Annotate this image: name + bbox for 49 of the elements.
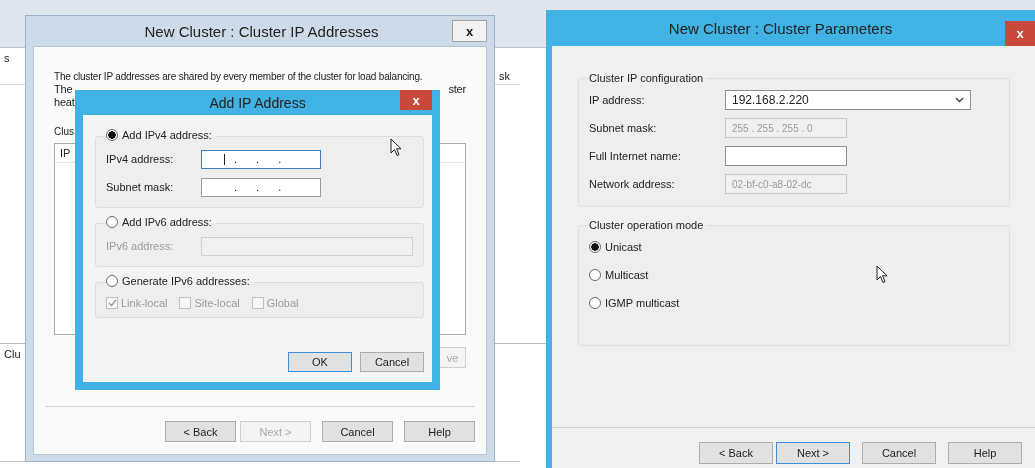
checkbox-icon xyxy=(106,297,118,309)
radio-option[interactable]: IGMP multicast xyxy=(589,297,680,309)
description-text: The xyxy=(54,83,73,96)
radio-option[interactable]: Generate IPv6 addresses: xyxy=(106,275,250,287)
section-label: Clu xyxy=(3,347,22,362)
mouse-pointer-icon xyxy=(876,265,888,284)
wizard-button[interactable]: Next > xyxy=(776,442,850,464)
radio-option[interactable]: Add IPv4 address: xyxy=(106,129,212,141)
field-label: IPv6 address: xyxy=(106,240,175,252)
wizard-button[interactable]: Help xyxy=(948,442,1022,464)
window-text: s xyxy=(3,51,11,66)
window-title: New Cluster : Cluster IP Addresses xyxy=(143,22,380,40)
wizard-button[interactable]: < Back xyxy=(699,442,773,464)
chevron-down-icon xyxy=(955,97,964,103)
checkbox-icon xyxy=(251,297,264,309)
dialog-button[interactable]: OK xyxy=(288,352,352,372)
description-text: The cluster IP addresses are shared by every member of the cluster for load balancing. xyxy=(53,70,424,83)
field-label: Full Internet name: xyxy=(589,150,682,162)
field-label: Network address: xyxy=(589,178,676,190)
field-label: IPv4 address: xyxy=(106,153,175,165)
radio-option[interactable]: Add IPv6 address: xyxy=(106,216,212,228)
description-text: ster xyxy=(448,83,466,96)
mouse-pointer-icon xyxy=(390,138,402,157)
close-button[interactable]: x xyxy=(1005,21,1035,46)
field-label: Subnet mask: xyxy=(589,122,658,134)
wizard-button[interactable]: Cancel xyxy=(862,442,936,464)
radio-option[interactable]: Unicast xyxy=(589,241,642,253)
window-title: Add IP Address xyxy=(208,94,307,111)
group-label: Cluster IP configuration xyxy=(589,72,705,84)
field-label: IP address: xyxy=(589,94,646,106)
checkbox-icon xyxy=(179,297,192,309)
list-label: Clus xyxy=(54,126,74,137)
address-combobox[interactable]: 192.168.2.220 xyxy=(725,90,971,110)
close-button[interactable]: x xyxy=(452,20,487,42)
dialog-button[interactable]: Cancel xyxy=(360,352,424,372)
wizard-button[interactable]: Cancel xyxy=(322,421,393,442)
wizard-button[interactable]: Help xyxy=(404,421,475,442)
window-title: New Cluster : Cluster Parameters xyxy=(667,19,894,37)
column-header: sk xyxy=(498,69,511,84)
wizard-button[interactable]: < Back xyxy=(165,421,236,442)
column-header: IP xyxy=(60,147,71,159)
group-label: Cluster operation mode xyxy=(589,219,705,231)
radio-option[interactable]: Multicast xyxy=(589,269,649,281)
ip-address-field[interactable]: . . . xyxy=(201,149,321,169)
input-field[interactable] xyxy=(725,146,847,166)
close-button[interactable]: x xyxy=(400,90,432,110)
description-text: heat xyxy=(54,96,75,109)
field-label: Subnet mask: xyxy=(106,181,175,193)
ip-address-field[interactable]: . . . xyxy=(201,177,321,197)
